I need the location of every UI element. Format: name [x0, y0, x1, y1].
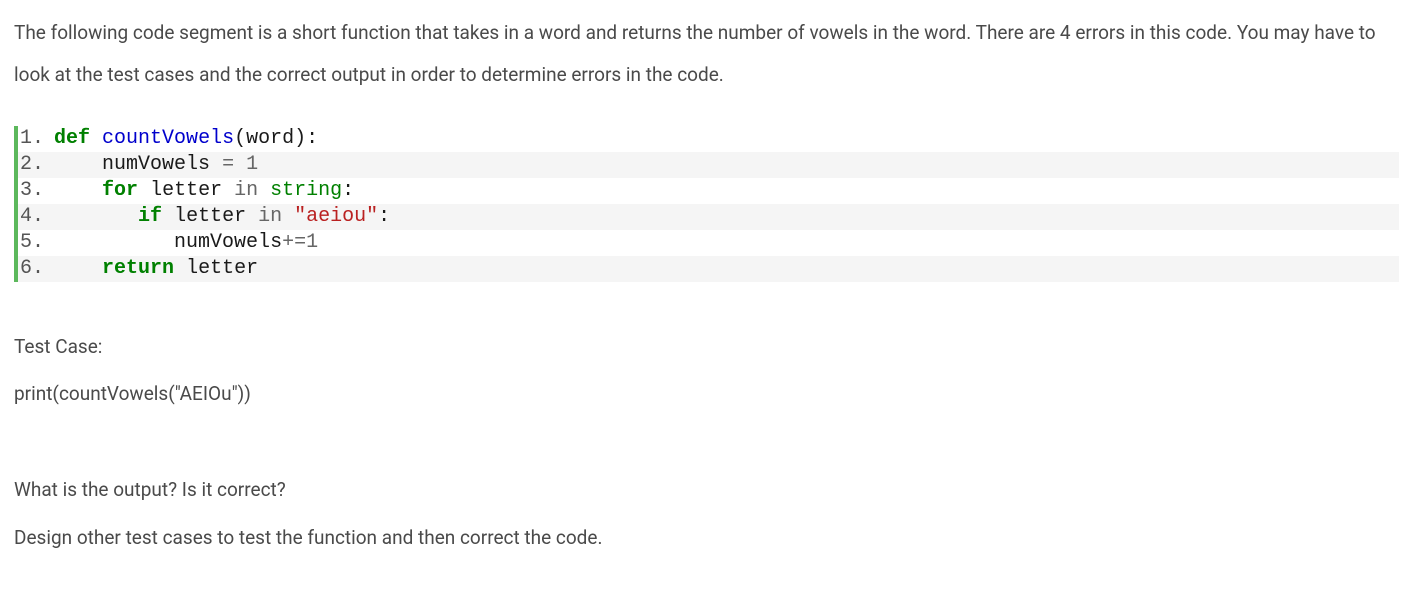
code-block: 1.def countVowels(word):2. numVowels = 1… — [14, 126, 1399, 282]
testcase-code: print(countVowels("AEIOu")) — [14, 373, 1399, 415]
line-number: 6. — [18, 256, 50, 282]
code-text: def countVowels(word): — [50, 126, 318, 152]
line-number: 2. — [18, 152, 50, 178]
code-text: if letter in "aeiou": — [50, 204, 390, 230]
code-line-6: 6. return letter — [18, 256, 1399, 282]
question-design: Design other test cases to test the func… — [14, 517, 1399, 559]
question-section: Test Case: print(countVowels("AEIOu")) W… — [14, 326, 1399, 559]
code-text: return letter — [50, 256, 258, 282]
code-line-3: 3. for letter in string: — [18, 178, 1399, 204]
code-text: for letter in string: — [50, 178, 354, 204]
code-line-5: 5. numVowels+=1 — [18, 230, 1399, 256]
line-number: 4. — [18, 204, 50, 230]
line-number: 5. — [18, 230, 50, 256]
line-number: 3. — [18, 178, 50, 204]
code-line-2: 2. numVowels = 1 — [18, 152, 1399, 178]
code-line-4: 4. if letter in "aeiou": — [18, 204, 1399, 230]
testcase-label: Test Case: — [14, 326, 1399, 368]
question-output: What is the output? Is it correct? — [14, 469, 1399, 511]
line-number: 1. — [18, 126, 50, 152]
code-line-1: 1.def countVowels(word): — [18, 126, 1399, 152]
intro-paragraph: The following code segment is a short fu… — [14, 12, 1399, 96]
code-text: numVowels+=1 — [50, 230, 318, 256]
code-text: numVowels = 1 — [50, 152, 258, 178]
